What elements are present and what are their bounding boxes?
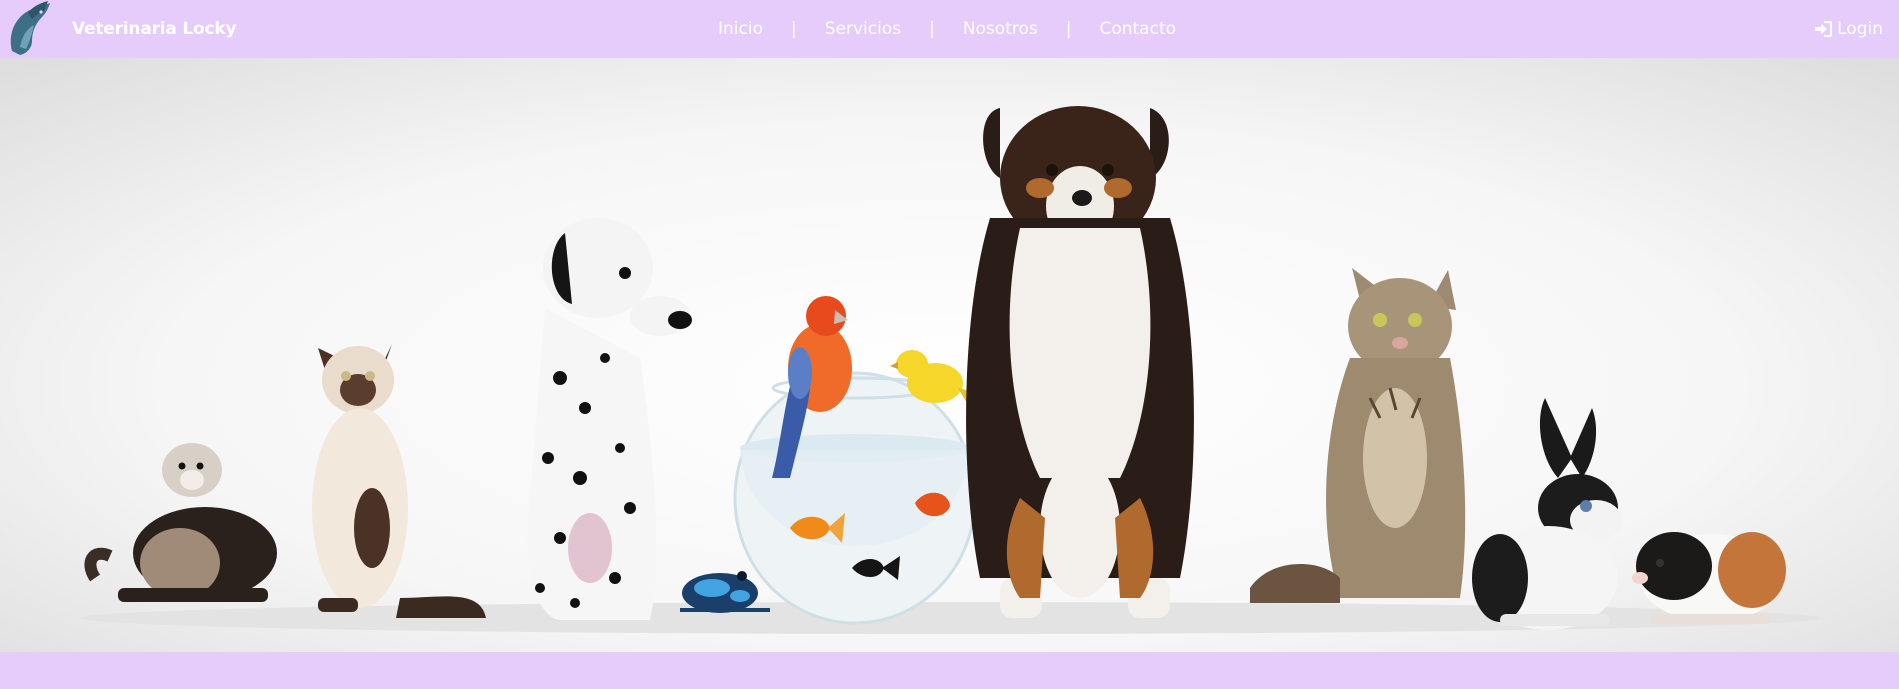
hero-banner bbox=[0, 58, 1899, 652]
login-label: Login bbox=[1837, 19, 1883, 39]
navbar: Veterinaria Locky Inicio | Servicios | N… bbox=[0, 0, 1899, 58]
sign-in-icon bbox=[1815, 21, 1833, 37]
nav-separator: | bbox=[1065, 19, 1072, 39]
nav-link-inicio[interactable]: Inicio bbox=[718, 19, 763, 39]
main-nav: Inicio | Servicios | Nosotros | Contacto bbox=[718, 0, 1176, 58]
ferret-figure bbox=[84, 443, 277, 602]
rabbit-figure bbox=[1472, 398, 1622, 630]
login-button[interactable]: Login bbox=[1814, 0, 1883, 58]
dalmatian-figure bbox=[527, 218, 692, 620]
fish-bowl-figure bbox=[733, 371, 977, 625]
footer-band bbox=[0, 652, 1899, 689]
logo-icon bbox=[10, 1, 50, 55]
nav-link-nosotros[interactable]: Nosotros bbox=[963, 19, 1038, 39]
nav-link-contacto[interactable]: Contacto bbox=[1099, 19, 1176, 39]
brand[interactable]: Veterinaria Locky bbox=[6, 0, 237, 58]
siamese-cat-figure bbox=[312, 344, 486, 618]
nav-link-servicios[interactable]: Servicios bbox=[825, 19, 901, 39]
brand-name: Veterinaria Locky bbox=[72, 19, 237, 39]
tabby-cat-figure bbox=[1250, 268, 1466, 603]
nav-separator: | bbox=[790, 19, 797, 39]
nav-separator: | bbox=[929, 19, 935, 39]
collie-dog-figure bbox=[966, 106, 1194, 618]
pets-group-image bbox=[80, 106, 1820, 634]
